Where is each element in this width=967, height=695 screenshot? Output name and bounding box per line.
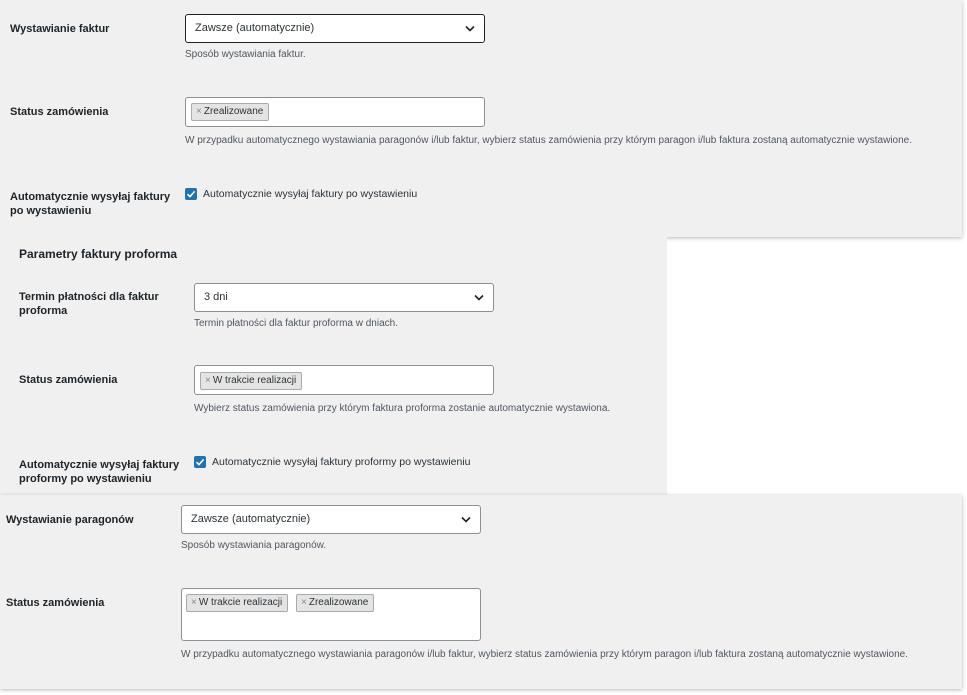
status-chip[interactable]: × Zrealizowane [296, 594, 375, 612]
receipt-issuing-select[interactable]: Zawsze (automatycznie) [181, 505, 481, 534]
proforma-term-label: Termin płatności dla faktur proforma [19, 291, 159, 317]
proforma-term-select[interactable]: 3 dni [194, 283, 494, 312]
receipts-settings-panel: Wystawianie paragonów Zawsze (automatycz… [0, 495, 962, 689]
remove-icon[interactable]: × [196, 106, 202, 117]
receipt-status-label: Status zamówienia [6, 597, 105, 609]
invoice-autosend-checkbox[interactable] [185, 188, 197, 200]
receipt-status-multiselect[interactable]: × W trakcie realizacji × Zrealizowane [181, 588, 481, 641]
invoice-autosend-label: Automatycznie wysyłaj faktury po wystawi… [10, 191, 171, 217]
invoice-issuing-label: Wystawianie faktur [10, 23, 110, 35]
receipt-issuing-description: Sposób wystawiania paragonów. [181, 540, 327, 551]
checkmark-icon [195, 458, 205, 466]
remove-icon[interactable]: × [301, 597, 307, 608]
status-chip[interactable]: × Zrealizowane [191, 103, 270, 121]
invoice-status-multiselect[interactable]: × Zrealizowane [185, 97, 485, 127]
remove-icon[interactable]: × [191, 597, 197, 608]
status-chip[interactable]: × W trakcie realizacji [186, 594, 289, 612]
status-chip[interactable]: × W trakcie realizacji [200, 372, 303, 390]
checkmark-icon [186, 190, 196, 198]
proforma-autosend-checkbox[interactable] [194, 456, 206, 468]
proforma-status-multiselect[interactable]: × W trakcie realizacji [194, 365, 494, 395]
invoices-settings-panel: Wystawianie faktur Zawsze (automatycznie… [0, 0, 962, 237]
receipt-status-description: W przypadku automatycznego wystawiania p… [181, 649, 909, 660]
chevron-down-icon [465, 25, 475, 32]
invoice-issuing-description: Sposób wystawiania faktur. [185, 49, 306, 60]
invoice-issuing-select-value: Zawsze (automatycznie) [195, 22, 315, 34]
remove-icon[interactable]: × [205, 375, 211, 386]
proforma-status-description: Wybierz status zamówienia przy którym fa… [194, 403, 611, 414]
proforma-autosend-checkbox-label[interactable]: Automatycznie wysyłaj faktury proformy p… [212, 455, 471, 469]
proforma-term-description: Termin płatności dla faktur proforma w d… [194, 318, 398, 329]
proforma-autosend-label: Automatycznie wysyłaj faktury proformy p… [19, 459, 180, 485]
proforma-settings-panel: Parametry faktury proforma Termin płatno… [0, 237, 667, 495]
chevron-down-icon [461, 516, 471, 523]
chevron-down-icon [474, 294, 484, 301]
receipt-issuing-label: Wystawianie paragonów [6, 514, 134, 526]
proforma-status-label: Status zamówienia [19, 374, 118, 386]
invoice-status-label: Status zamówienia [10, 106, 109, 118]
proforma-term-select-value: 3 dni [204, 291, 228, 303]
invoice-autosend-checkbox-label[interactable]: Automatycznie wysyłaj faktury po wystawi… [203, 187, 417, 201]
proforma-section-title: Parametry faktury proforma [19, 247, 178, 261]
receipt-issuing-select-value: Zawsze (automatycznie) [191, 513, 311, 525]
invoice-issuing-select[interactable]: Zawsze (automatycznie) [185, 14, 485, 43]
invoice-status-description: W przypadku automatycznego wystawiania p… [185, 135, 913, 146]
